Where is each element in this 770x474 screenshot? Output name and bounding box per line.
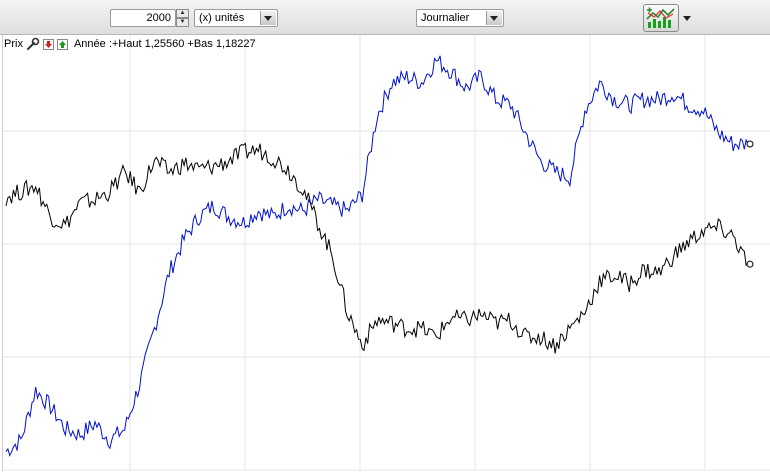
chart-menu-chevron-down-icon[interactable] [681,4,693,32]
indicator-chart-button[interactable] [643,4,679,32]
chart-legend: Prix Année :+Haut 1,25560 +Bas 1,18227 [4,36,256,52]
series-line-0 [5,55,749,457]
period-select[interactable]: Journalier [416,9,504,27]
chevron-down-icon[interactable] [260,11,276,25]
chevron-down-icon[interactable] [486,11,502,25]
arrow-up-icon[interactable] [56,38,68,50]
units-select[interactable]: (x) unités [194,9,278,27]
period-select-label: Journalier [421,12,470,24]
series-end-marker-0 [746,140,754,148]
wrench-icon[interactable] [26,37,40,51]
legend-summary: Année :+Haut 1,25560 +Bas 1,18227 [73,38,256,50]
series-end-marker-1 [746,260,754,268]
toolbar: 2000 ▲ ▼ (x) unités Journalier [0,0,770,35]
spin-down-icon[interactable]: ▼ [176,18,189,27]
units-input[interactable]: 2000 [110,9,176,27]
spin-up-icon[interactable]: ▲ [176,9,189,18]
units-spinner[interactable]: ▲ ▼ [176,9,189,27]
legend-prefix: Prix [4,38,23,50]
price-chart[interactable] [3,35,770,471]
indicator-chart-icon [646,7,675,28]
series-line-1 [5,142,749,354]
plot-area[interactable] [2,35,770,471]
units-select-label: (x) unités [199,12,245,24]
arrow-down-icon[interactable] [42,38,54,50]
